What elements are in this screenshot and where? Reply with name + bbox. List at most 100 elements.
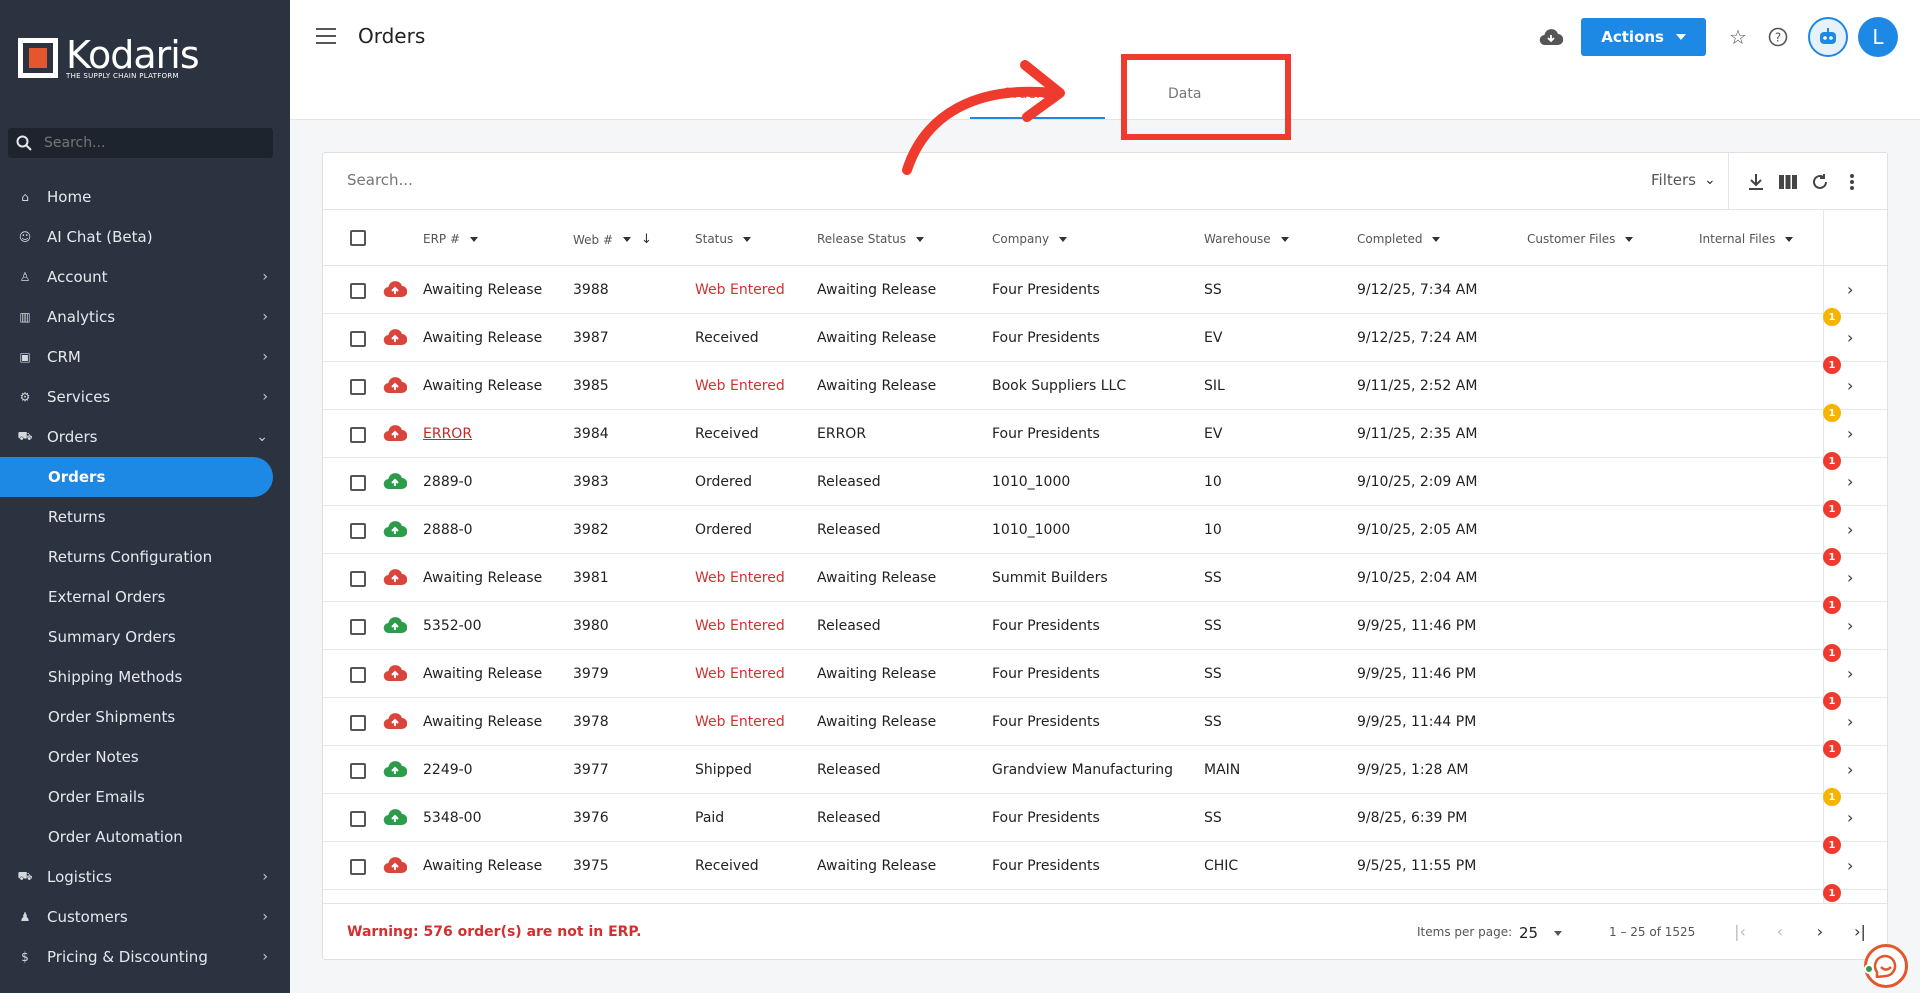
row-checkbox[interactable] bbox=[350, 859, 366, 875]
table-row[interactable]: Awaiting Release 3975 Received Awaiting Rel… bbox=[323, 836, 1887, 890]
table-row[interactable]: Awaiting Release 3987 Received Awaiting Rel… bbox=[323, 308, 1887, 362]
chevron-right-icon[interactable]: › bbox=[1847, 568, 1853, 587]
sidebar-item-ai-chat-beta[interactable]: ☺ AI Chat (Beta) bbox=[0, 217, 290, 257]
table-row[interactable]: Awaiting Release 3985 Web Entered Awaiting … bbox=[323, 356, 1887, 410]
sidebar-subitem-returns[interactable]: Returns bbox=[0, 497, 290, 537]
chevron-right-icon[interactable]: › bbox=[1847, 664, 1853, 683]
sidebar-subitem-order-notes[interactable]: Order Notes bbox=[0, 737, 290, 777]
table-search-input[interactable] bbox=[347, 171, 747, 189]
column-header-warehouse[interactable]: Warehouse bbox=[1204, 232, 1289, 246]
table-row[interactable]: 1 bbox=[323, 884, 1887, 904]
cloud-upload-pending-icon[interactable] bbox=[383, 663, 408, 683]
first-page-icon[interactable]: |‹ bbox=[1727, 920, 1753, 942]
table-row[interactable]: 5352-00 3980 Web Entered Released Four Presi… bbox=[323, 596, 1887, 650]
kodaris-logo[interactable]: Kodaris THE SUPPLY CHAIN PLATFORM bbox=[18, 36, 200, 80]
table-row[interactable]: 5348-00 3976 Paid Released Four Presidents SS… bbox=[323, 788, 1887, 842]
actions-button[interactable]: Actions bbox=[1581, 18, 1706, 56]
row-checkbox[interactable] bbox=[350, 379, 366, 395]
help-icon[interactable]: ? bbox=[1765, 24, 1791, 50]
table-row[interactable]: ERROR 3984 Received ERROR Four Presidents EV 9… bbox=[323, 404, 1887, 458]
column-header-erp[interactable]: ERP # bbox=[423, 232, 479, 246]
select-all-checkbox[interactable] bbox=[350, 230, 366, 246]
table-row[interactable]: Awaiting Release 3988 Web Entered Awaiting … bbox=[323, 266, 1887, 314]
row-checkbox[interactable] bbox=[350, 619, 366, 635]
chevron-right-icon[interactable]: › bbox=[1847, 856, 1853, 875]
row-checkbox[interactable] bbox=[350, 283, 366, 299]
cloud-upload-synced-icon[interactable] bbox=[383, 759, 408, 779]
cloud-upload-synced-icon[interactable] bbox=[383, 615, 408, 635]
sidebar-subitem-returns-configuration[interactable]: Returns Configuration bbox=[0, 537, 290, 577]
row-checkbox[interactable] bbox=[350, 715, 366, 731]
cloud-upload-synced-icon[interactable] bbox=[383, 807, 408, 827]
chevron-right-icon[interactable]: › bbox=[1847, 808, 1853, 827]
chevron-right-icon[interactable]: › bbox=[1847, 712, 1853, 731]
column-header-release-status[interactable]: Release Status bbox=[817, 232, 924, 246]
column-header-customer-files[interactable]: Customer Files bbox=[1527, 232, 1634, 246]
chevron-right-icon[interactable]: › bbox=[1847, 520, 1853, 539]
chevron-right-icon[interactable]: › bbox=[1847, 760, 1853, 779]
sidebar-item-customers[interactable]: ♟ Customers › bbox=[0, 897, 290, 937]
filters-dropdown[interactable]: Filters ⌄ bbox=[1651, 171, 1716, 189]
chevron-right-icon[interactable]: › bbox=[1847, 472, 1853, 491]
sidebar-subitem-order-emails[interactable]: Order Emails bbox=[0, 777, 290, 817]
last-page-icon[interactable]: ›| bbox=[1847, 920, 1873, 942]
row-checkbox[interactable] bbox=[350, 811, 366, 827]
cloud-upload-pending-icon[interactable] bbox=[383, 375, 408, 395]
table-row[interactable]: Awaiting Release 3979 Web Entered Awaiting … bbox=[323, 644, 1887, 698]
column-header-status[interactable]: Status bbox=[695, 232, 752, 246]
ai-assistant-icon[interactable] bbox=[1808, 17, 1848, 57]
row-checkbox[interactable] bbox=[350, 475, 366, 491]
cloud-upload-pending-icon[interactable] bbox=[383, 423, 408, 443]
sidebar-subitem-external-orders[interactable]: External Orders bbox=[0, 577, 290, 617]
star-icon[interactable]: ☆ bbox=[1725, 24, 1751, 50]
sidebar-item-logistics[interactable]: ⛟ Logistics › bbox=[0, 857, 290, 897]
previous-page-icon[interactable]: ‹ bbox=[1767, 920, 1793, 942]
sidebar-item-orders[interactable]: ⛟ Orders ⌄ bbox=[0, 417, 290, 457]
column-header-internal-files[interactable]: Internal Files bbox=[1699, 232, 1794, 246]
items-per-page-select[interactable]: 25 bbox=[1519, 924, 1563, 942]
sidebar-search[interactable] bbox=[8, 128, 273, 158]
cloud-upload-pending-icon[interactable] bbox=[383, 711, 408, 731]
chevron-right-icon[interactable]: › bbox=[1847, 424, 1853, 443]
cell-erp[interactable]: ERROR bbox=[423, 426, 472, 442]
sidebar-subitem-summary-orders[interactable]: Summary Orders bbox=[0, 617, 290, 657]
sidebar-search-input[interactable] bbox=[44, 135, 244, 151]
sidebar-subitem-order-automation[interactable]: Order Automation bbox=[0, 817, 290, 857]
row-checkbox[interactable] bbox=[350, 763, 366, 779]
chevron-right-icon[interactable]: › bbox=[1847, 328, 1853, 347]
user-avatar[interactable]: L bbox=[1858, 17, 1898, 57]
column-header-completed[interactable]: Completed bbox=[1357, 232, 1441, 246]
sidebar-item-pricing-discounting[interactable]: $ Pricing & Discounting › bbox=[0, 937, 290, 977]
row-checkbox[interactable] bbox=[350, 523, 366, 539]
chevron-right-icon[interactable]: › bbox=[1847, 280, 1853, 299]
table-row[interactable]: 2889-0 3983 Ordered Released 1010_1000 10 9/10… bbox=[323, 452, 1887, 506]
more-vertical-icon[interactable] bbox=[1839, 169, 1865, 195]
cloud-upload-pending-icon[interactable] bbox=[383, 855, 408, 875]
sidebar-item-services[interactable]: ⚙ Services › bbox=[0, 377, 290, 417]
row-checkbox[interactable] bbox=[350, 571, 366, 587]
cloud-upload-synced-icon[interactable] bbox=[383, 519, 408, 539]
table-row[interactable]: 2249-0 3977 Shipped Released Grandview Manuf… bbox=[323, 740, 1887, 794]
row-checkbox[interactable] bbox=[350, 427, 366, 443]
table-row[interactable]: Awaiting Release 3978 Web Entered Awaiting … bbox=[323, 692, 1887, 746]
sidebar-subitem-order-shipments[interactable]: Order Shipments bbox=[0, 697, 290, 737]
download-icon[interactable] bbox=[1743, 169, 1769, 195]
cloud-upload-pending-icon[interactable] bbox=[383, 567, 408, 587]
cloud-download-icon[interactable] bbox=[1538, 24, 1564, 50]
row-checkbox[interactable] bbox=[350, 667, 366, 683]
chevron-right-icon[interactable]: › bbox=[1847, 376, 1853, 395]
cloud-upload-synced-icon[interactable] bbox=[383, 471, 408, 491]
sidebar-item-account[interactable]: ♙ Account › bbox=[0, 257, 290, 297]
chevron-right-icon[interactable]: › bbox=[1847, 616, 1853, 635]
sidebar-subitem-orders[interactable]: Orders bbox=[0, 457, 273, 497]
refresh-icon[interactable] bbox=[1807, 169, 1833, 195]
column-header-web[interactable]: Web # ↓ bbox=[573, 232, 652, 247]
cloud-upload-pending-icon[interactable] bbox=[383, 279, 408, 299]
columns-icon[interactable] bbox=[1775, 169, 1801, 195]
row-checkbox[interactable] bbox=[350, 331, 366, 347]
menu-icon[interactable] bbox=[316, 28, 336, 44]
sidebar-subitem-shipping-methods[interactable]: Shipping Methods bbox=[0, 657, 290, 697]
cloud-upload-pending-icon[interactable] bbox=[383, 327, 408, 347]
sidebar-item-crm[interactable]: ▣ CRM › bbox=[0, 337, 290, 377]
column-header-company[interactable]: Company bbox=[992, 232, 1068, 246]
